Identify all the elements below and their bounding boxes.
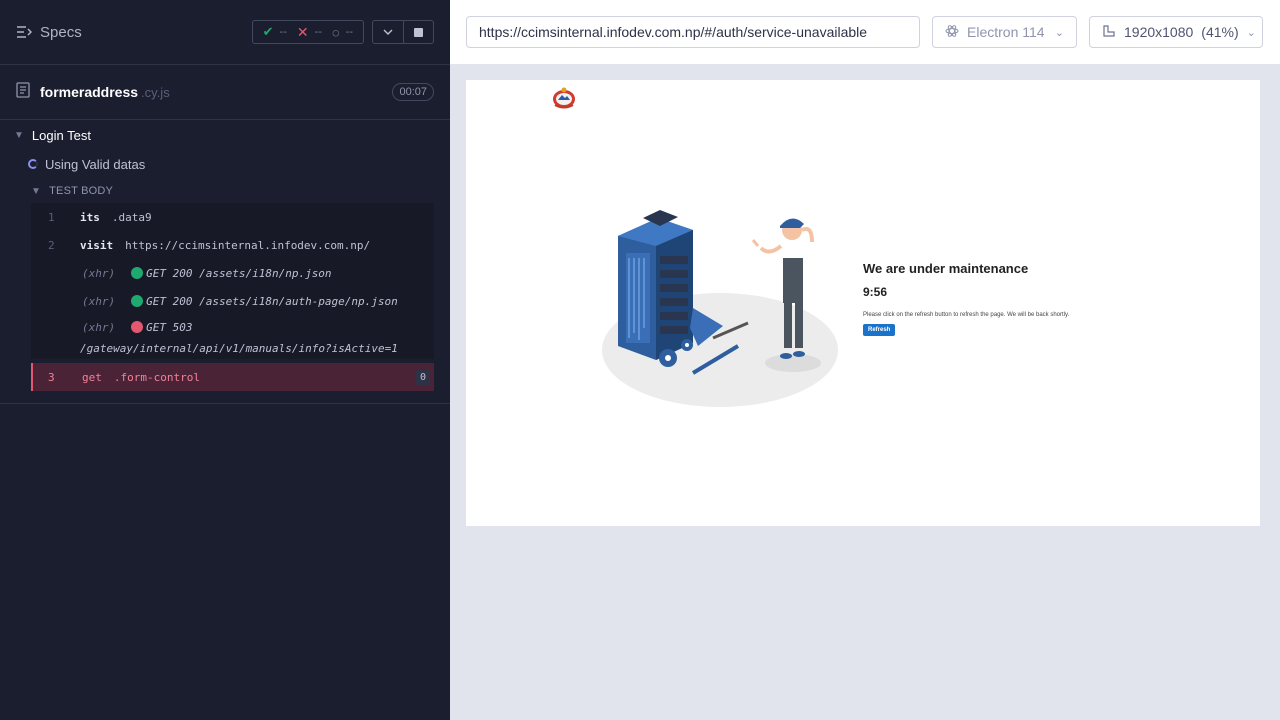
command-message: .data9 bbox=[111, 210, 152, 224]
test-body-header[interactable]: ▼ TEST BODY bbox=[0, 179, 450, 203]
command-number: 2 bbox=[48, 238, 55, 252]
test-body-label: TEST BODY bbox=[49, 185, 114, 197]
run-controls bbox=[372, 20, 434, 44]
xhr-url: /gateway/internal/api/v1/manuals/info?is… bbox=[80, 342, 398, 355]
spec-duration: 00:07 bbox=[392, 83, 434, 101]
caret-down-icon: ▼ bbox=[31, 185, 42, 197]
divider bbox=[0, 403, 450, 404]
collapse-button[interactable] bbox=[373, 21, 403, 43]
browser-name: Electron 114 bbox=[967, 24, 1045, 40]
maintenance-description: Please click on the refresh button to re… bbox=[863, 312, 1070, 318]
status-ok-dot-icon bbox=[131, 267, 144, 279]
countdown-timer: 9:56 bbox=[863, 285, 888, 299]
electron-icon bbox=[945, 24, 959, 41]
app-iframe: We are under maintenance 9:56 Please cli… bbox=[466, 80, 1260, 526]
test-stats: ✔ -- ✕ -- ◌ -- bbox=[251, 20, 364, 44]
url-field[interactable]: https://ccimsinternal.infodev.com.np/#/a… bbox=[466, 16, 920, 48]
chevron-down-icon: ⌄ bbox=[1246, 26, 1256, 39]
spec-file-row: formeraddress .cy.js 00:07 bbox=[0, 65, 450, 120]
maintenance-title: We are under maintenance bbox=[863, 261, 1029, 276]
viewport-selector[interactable]: 1920x1080 (41%) ⌄ bbox=[1089, 16, 1263, 48]
xhr-label: (xhr) bbox=[82, 321, 116, 334]
running-spinner-icon bbox=[28, 159, 38, 169]
command-list: 1 its .data9 2 visit https://ccimsintern… bbox=[31, 203, 434, 359]
viewport-size: 1920x1080 bbox=[1124, 24, 1194, 40]
status-ok-dot-icon bbox=[131, 295, 144, 307]
viewport-scale: (41%) bbox=[1201, 24, 1239, 40]
failed-count: -- bbox=[314, 26, 322, 38]
specs-list-icon bbox=[16, 25, 32, 39]
passed-check-icon: ✔ bbox=[262, 24, 274, 39]
stop-icon bbox=[414, 27, 423, 37]
xhr-row[interactable]: (xhr) GET 503 /gateway/internal/api/v1/m… bbox=[31, 315, 434, 359]
spec-name: formeraddress bbox=[40, 84, 139, 100]
test-title-row[interactable]: Using Valid datas bbox=[0, 149, 450, 179]
browser-selector[interactable]: Electron 114 ⌄ bbox=[932, 16, 1077, 48]
refresh-button[interactable]: Refresh bbox=[863, 324, 896, 336]
test-title: Using Valid datas bbox=[45, 156, 146, 172]
suite-title-row[interactable]: ▼ Login Test bbox=[0, 121, 450, 149]
app-preview-area: https://ccimsinternal.infodev.com.np/#/a… bbox=[450, 0, 1280, 720]
xhr-text: GET 503 bbox=[146, 321, 193, 334]
ruler-icon bbox=[1102, 24, 1116, 41]
command-number: 3 bbox=[48, 370, 55, 384]
xhr-text: GET 200 /assets/i18n/np.json bbox=[146, 266, 332, 280]
maintenance-message: We are under maintenance 9:56 Please cli… bbox=[863, 261, 1069, 336]
pending-count: -- bbox=[345, 26, 353, 38]
command-log-panel: Specs ✔ -- ✕ -- ◌ -- formeraddress .cy.js bbox=[0, 0, 450, 720]
element-count-badge: 0 bbox=[415, 369, 430, 385]
failed-command-row[interactable]: 3 get .form-control 0 bbox=[31, 363, 434, 391]
browser-toolbar: https://ccimsinternal.infodev.com.np/#/a… bbox=[450, 0, 1280, 64]
passed-count: -- bbox=[279, 26, 287, 38]
spec-extension: .cy.js bbox=[141, 84, 170, 100]
failed-x-icon: ✕ bbox=[296, 23, 309, 40]
chevron-down-icon bbox=[383, 29, 393, 35]
xhr-row[interactable]: (xhr) GET 200 /assets/i18n/auth-page/np.… bbox=[31, 287, 434, 315]
document-icon bbox=[16, 81, 30, 103]
specs-label: Specs bbox=[40, 23, 82, 41]
command-number: 1 bbox=[48, 210, 55, 224]
command-name: get bbox=[82, 370, 102, 384]
xhr-text: GET 200 /assets/i18n/auth-page/np.json bbox=[146, 294, 398, 308]
command-row[interactable]: 2 visit https://ccimsinternal.infodev.co… bbox=[31, 231, 434, 259]
xhr-row[interactable]: (xhr) GET 200 /assets/i18n/np.json bbox=[31, 259, 434, 287]
pending-circle-icon: ◌ bbox=[331, 24, 340, 40]
command-name: visit bbox=[80, 238, 114, 252]
nepal-emblem-logo bbox=[551, 86, 577, 115]
caret-down-icon: ▼ bbox=[14, 129, 24, 141]
maintenance-illustration bbox=[598, 208, 848, 413]
stop-button[interactable] bbox=[403, 21, 433, 43]
xhr-label: (xhr) bbox=[82, 266, 116, 280]
suite-title: Login Test bbox=[31, 127, 91, 143]
xhr-label: (xhr) bbox=[82, 294, 116, 308]
reporter-header: Specs ✔ -- ✕ -- ◌ -- bbox=[0, 0, 450, 65]
specs-button[interactable]: Specs bbox=[16, 24, 82, 41]
chevron-down-icon: ⌄ bbox=[1054, 26, 1064, 39]
command-name: its bbox=[80, 210, 100, 224]
command-row[interactable]: 1 its .data9 bbox=[31, 203, 434, 231]
status-error-dot-icon bbox=[131, 321, 144, 333]
command-message: https://ccimsinternal.infodev.com.np/ bbox=[125, 238, 371, 252]
command-message: .form-control bbox=[113, 370, 200, 384]
